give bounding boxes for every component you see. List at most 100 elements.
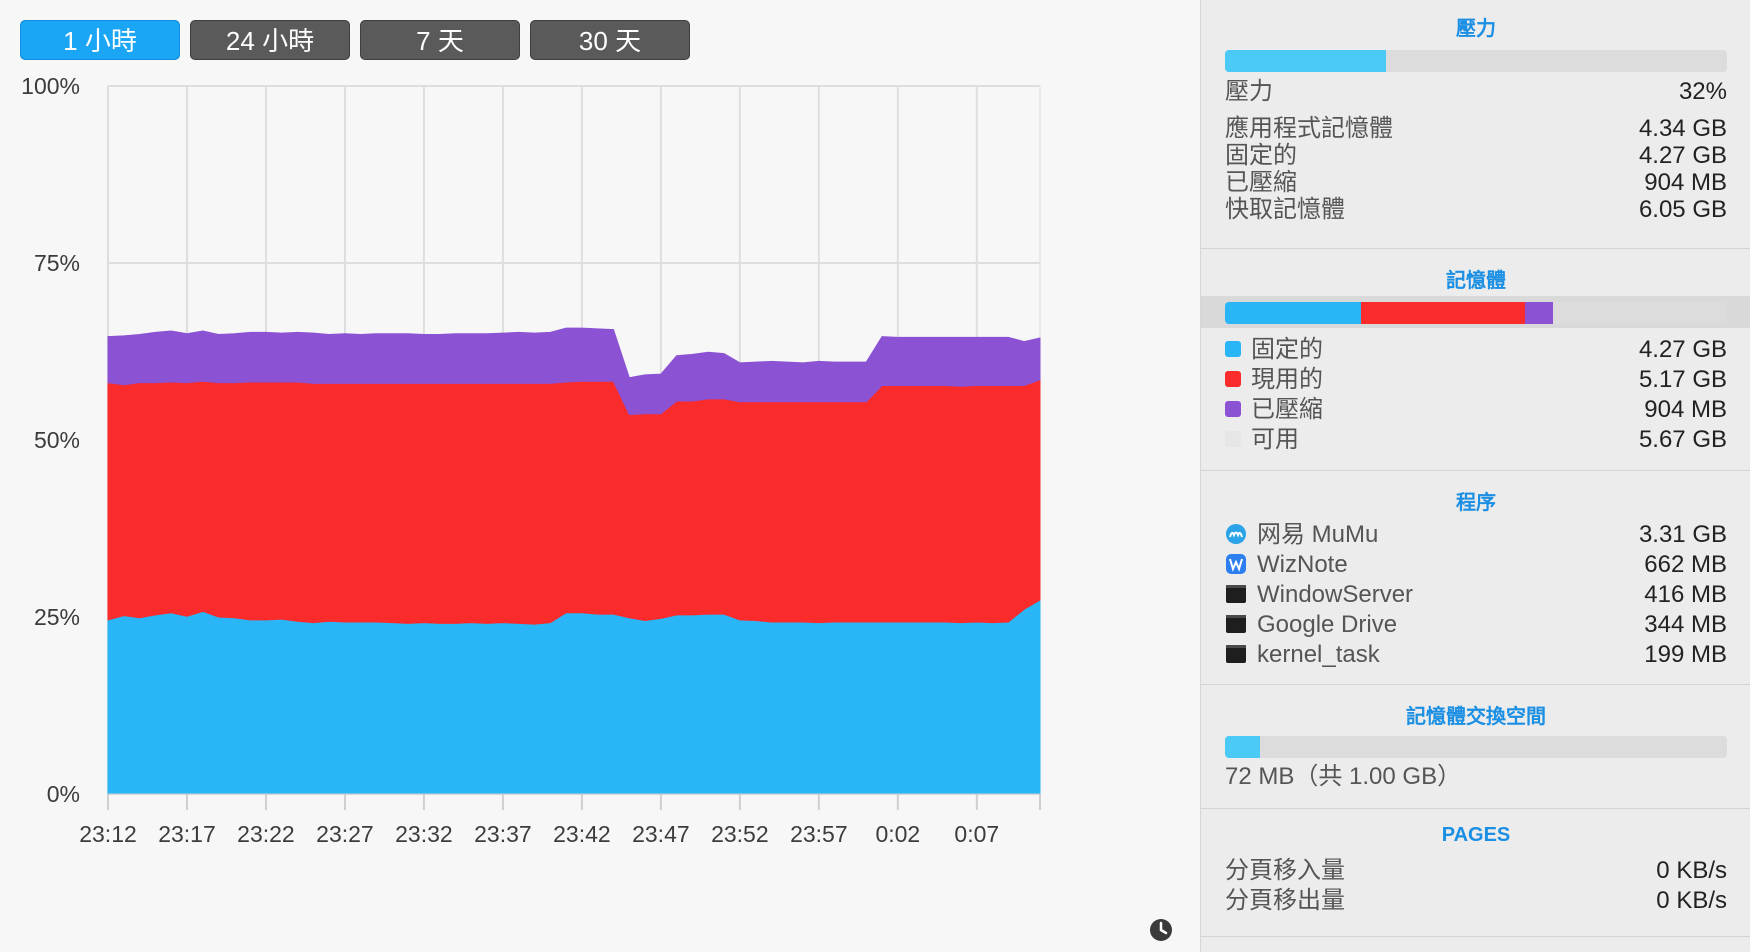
app-memory-row: 應用程式記憶體 4.34 GB [1225,114,1727,144]
tab-7-days[interactable]: 7 天 [360,20,520,60]
process-memory: 416 MB [1644,581,1727,608]
area-series-1 [107,379,1041,625]
legend-value: 5.17 GB [1638,366,1727,393]
active-swatch [1225,370,1241,387]
pressure-bar-fill [1225,50,1386,72]
terminal-icon [1226,614,1246,633]
process-memory: 662 MB [1644,551,1727,578]
area-series-0 [107,599,1041,795]
row-value: 6.05 GB [1638,196,1727,223]
row-label: 已壓縮 [1225,169,1297,196]
memory-bar-segment [1524,302,1554,324]
swap-bar [1225,736,1727,758]
legend-value: 5.67 GB [1638,426,1727,453]
process-row[interactable]: WizNote 662 MB [1225,550,1727,580]
process-memory: 199 MB [1644,641,1727,668]
row-value: 0 KB/s [1656,887,1727,914]
row-label: 分頁移出量 [1225,887,1345,914]
x-tick-label: 0:07 [954,821,999,847]
mumu-icon [1226,523,1246,544]
x-tick-label: 23:52 [711,821,769,847]
x-tick-label: 23:22 [237,821,295,847]
swap-usage-text: 72 MB（共 1.00 GB） [1225,763,1462,790]
row-label: 應用程式記憶體 [1225,115,1393,142]
legend-wired: 固定的 4.27 GB [1225,335,1727,365]
cached-row: 快取記憶體 6.05 GB [1225,195,1727,225]
compressed-row: 已壓縮 904 MB [1225,168,1727,198]
legend-label: 已壓縮 [1251,396,1323,423]
free-swatch [1225,430,1241,447]
wiznote-icon [1226,553,1246,574]
row-value: 904 MB [1644,169,1727,196]
divider [1201,936,1750,937]
row-label: 快取記憶體 [1225,196,1345,223]
row-value: 0 KB/s [1656,857,1727,884]
x-tick-label: 23:32 [395,821,453,847]
wired-row: 固定的 4.27 GB [1225,141,1727,171]
process-name: Google Drive [1257,611,1398,638]
legend-value: 904 MB [1644,396,1727,423]
pressure-row: 壓力 32% [1225,77,1727,107]
row-value: 4.34 GB [1638,115,1727,142]
memory-history-chart: 100% 75% 50% 25% 0% 23:12 23:17 23:22 23:27 23:3… [0,70,1190,952]
chart-svg: 100% 75% 50% 25% 0% 23:12 23:17 23:22 23:27 23:3… [21,73,1172,941]
pressure-section-title: 壓力 [1456,18,1496,40]
terminal-icon [1226,584,1246,603]
terminal-icon [1226,644,1246,663]
row-value: 32% [1678,78,1727,105]
x-tick-label: 23:57 [790,821,848,847]
divider [1201,684,1750,685]
legend-active: 現用的 5.17 GB [1225,365,1727,395]
legend-free: 可用 5.67 GB [1225,425,1727,455]
legend-label: 現用的 [1251,366,1323,393]
divider [1201,808,1750,809]
tab-1-hour[interactable]: 1 小時 [20,20,180,60]
process-name: WindowServer [1257,581,1414,608]
memory-bar-segment [1225,302,1361,324]
x-tick-label: 23:27 [316,821,374,847]
x-tick-label: 0:02 [875,821,920,847]
process-memory: 3.31 GB [1638,521,1727,548]
tab-24-hours[interactable]: 24 小時 [190,20,350,60]
y-tick-label: 75% [34,250,80,276]
legend-label: 可用 [1251,426,1299,453]
x-tick-label: 23:47 [632,821,690,847]
tab-30-days[interactable]: 30 天 [530,20,690,60]
memory-bar-segment [1360,302,1525,324]
process-name: kernel_task [1257,641,1380,668]
process-name: 网易 MuMu [1257,521,1379,548]
swap-bar-fill [1225,736,1261,758]
row-value: 4.27 GB [1638,142,1727,169]
x-tick-label: 23:12 [79,821,137,847]
pressure-bar [1225,50,1727,72]
divider [1201,248,1750,249]
wired-swatch [1225,340,1241,357]
x-tick-label: 23:17 [158,821,216,847]
compressed-swatch [1225,400,1241,417]
row-label: 分頁移入量 [1225,857,1345,884]
x-tick-label: 23:42 [553,821,611,847]
memory-bar [1225,302,1727,324]
memory-stats-panel: 壓力 壓力 32% 應用程式記憶體 4.34 GB 固定的 4.27 GB 已壓… [1200,0,1750,952]
process-row[interactable]: Google Drive 344 MB [1225,610,1727,640]
process-name: WizNote [1257,551,1348,578]
y-tick-label: 50% [34,427,80,453]
x-tick-label: 23:37 [474,821,532,847]
memory-section-title: 記憶體 [1446,270,1506,292]
process-row[interactable]: WindowServer 416 MB [1225,580,1727,610]
swap-usage-row: 72 MB（共 1.00 GB） [1225,762,1727,792]
legend-label: 固定的 [1251,336,1323,363]
legend-value: 4.27 GB [1638,336,1727,363]
legend-compressed: 已壓縮 904 MB [1225,395,1727,425]
processes-section-title: 程序 [1456,492,1496,514]
row-label: 固定的 [1225,142,1297,169]
page-outs-row: 分頁移出量 0 KB/s [1225,886,1727,916]
y-tick-label: 25% [34,604,80,630]
divider [1201,470,1750,471]
clock-icon[interactable] [1150,919,1172,941]
page-ins-row: 分頁移入量 0 KB/s [1225,856,1727,886]
process-row[interactable]: kernel_task 199 MB [1225,640,1727,670]
process-row[interactable]: 网易 MuMu 3.31 GB [1225,520,1727,550]
pages-section-title: PAGES [1441,824,1511,846]
process-memory: 344 MB [1644,611,1727,638]
